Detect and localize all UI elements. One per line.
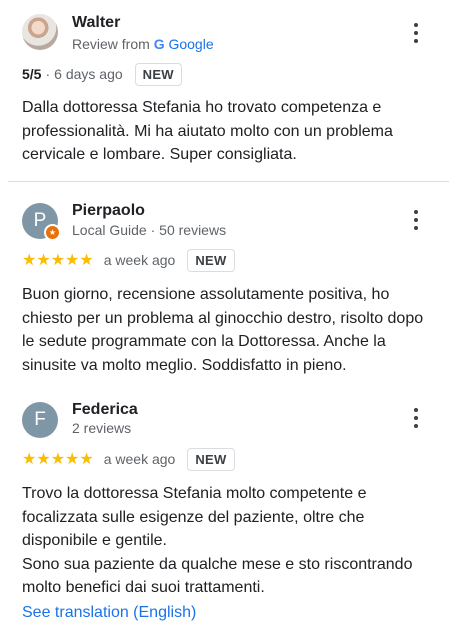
reviewer-stats: Local Guide · 50 reviews	[72, 222, 227, 238]
divider	[8, 181, 449, 182]
more-vert-icon[interactable]	[406, 207, 426, 233]
more-vert-icon[interactable]	[406, 20, 426, 46]
review-time: a week ago	[103, 252, 176, 268]
avatar[interactable]: P ★	[22, 203, 61, 241]
avatar[interactable]	[22, 14, 58, 50]
review-text: Buon giorno, recensione assolutamente po…	[22, 286, 424, 374]
review-text-paragraph: Trovo la dottoressa Stefania molto compe…	[22, 485, 367, 549]
new-badge: NEW	[187, 447, 235, 471]
reviewer-name[interactable]: Pierpaolo	[72, 202, 145, 220]
review-time: 6 days ago	[54, 66, 123, 82]
local-guide-badge-icon: ★	[44, 224, 61, 241]
star-rating: ★★★★★	[22, 451, 94, 468]
avatar[interactable]: F	[22, 402, 58, 438]
new-badge: NEW	[134, 62, 182, 86]
review-time: a week ago	[103, 451, 176, 467]
review-text-paragraph: Sono sua paziente da qualche mese e sto …	[22, 555, 413, 597]
star-rating: ★★★★★	[22, 252, 94, 269]
reviewer-stats: 2 reviews	[72, 420, 132, 436]
review-meta: ★★★★★ a week ago NEW	[22, 248, 235, 272]
reviewer-name[interactable]: Walter	[72, 14, 120, 32]
review-meta: ★★★★★ a week ago NEW	[22, 447, 235, 471]
review-text: Dalla dottoressa Stefania ho trovato com…	[22, 99, 393, 163]
google-logo-icon: G	[153, 36, 165, 52]
review-text: Trovo la dottoressa Stefania molto compe…	[22, 482, 437, 600]
see-translation-link[interactable]: See translation (English)	[22, 604, 196, 622]
new-badge: NEW	[187, 248, 235, 272]
reviewer-name[interactable]: Federica	[72, 401, 138, 419]
review-meta: 5/5 · 6 days ago NEW	[22, 62, 182, 86]
review-source: Review from G Google	[72, 36, 214, 52]
more-vert-icon[interactable]	[406, 405, 426, 431]
rating-text: 5/5	[22, 66, 42, 82]
source-name: Google	[168, 36, 214, 52]
